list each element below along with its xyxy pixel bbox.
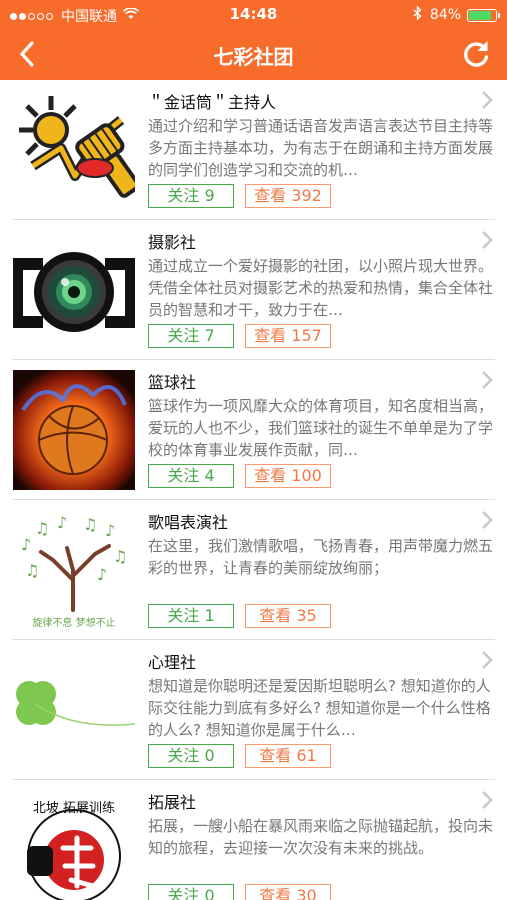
svg-text:♫: ♫: [83, 515, 97, 534]
svg-text:♫: ♫: [35, 519, 49, 538]
club-title: 歌唱表演社: [148, 513, 229, 532]
club-thumbnail: [13, 230, 135, 350]
club-title: 摄影社: [148, 233, 197, 252]
follow-button[interactable]: 关注 7: [148, 324, 234, 348]
club-description: 想知道是你聪明还是爱因斯坦聪明么? 想知道你的人际交往能力到底有多好么? 想知道…: [148, 677, 491, 739]
list-item[interactable]: ♪ ♫ ♪ ♫ ♪ ♫ ♫ ♪ 旋律不息 梦想不止 歌唱表演社 在这里，我们激情歌唱，飞扬…: [12, 500, 495, 640]
chevron-right-icon: [482, 371, 493, 389]
view-count-button[interactable]: 查看 30: [245, 884, 331, 900]
club-thumbnail: [13, 370, 135, 490]
chevron-right-icon: [482, 511, 493, 529]
music-tree-logo: ♪♫ ♪ ♫ ♪♫ ♫ ♪ 旋律不息 梦想不止: [13, 510, 135, 630]
follow-button[interactable]: 关注 9: [148, 184, 234, 208]
nav-bar: 七彩社团: [0, 28, 507, 80]
svg-text:♪: ♪: [105, 521, 115, 540]
chevron-right-icon: [482, 791, 493, 809]
club-thumbnail: [13, 90, 135, 210]
club-description: 通过介绍和学习普通话语音发声语言表达节目主持等多方面主持基本功，为有志于在朗诵和…: [148, 117, 493, 179]
list-item[interactable]: 摄影社 通过成立一个爱好摄影的社团，以小照片现大世界。凭借全体社员对摄影艺术的热…: [12, 220, 495, 360]
status-bar: 中国联通 14:48 84%: [0, 0, 507, 28]
thumbnail-caption: 北坡 拓展训练: [33, 801, 115, 816]
club-list: ＂金话筒＂主持人 通过介绍和学习普通话语音发声语言表达节目主持等多方面主持基本功…: [0, 80, 507, 900]
follow-button[interactable]: 关注 0: [148, 744, 234, 768]
page-title: 七彩社团: [213, 45, 294, 69]
thumbnail-caption: 旋律不息 梦想不止: [32, 616, 115, 629]
back-button[interactable]: [10, 36, 46, 72]
refresh-icon: [464, 41, 489, 67]
svg-text:♪: ♪: [21, 535, 31, 554]
club-description: 通过成立一个爱好摄影的社团，以小照片现大世界。凭借全体社员对摄影艺术的热爱和热情…: [148, 257, 493, 319]
list-item[interactable]: ＂金话筒＂主持人 通过介绍和学习普通话语音发声语言表达节目主持等多方面主持基本功…: [12, 80, 495, 220]
chevron-right-icon: [482, 91, 493, 109]
outward-bound-seal: 北坡 拓展训练: [13, 790, 135, 900]
club-title: 心理社: [148, 653, 197, 672]
view-count-button[interactable]: 查看 61: [245, 744, 331, 768]
chevron-right-icon: [482, 231, 493, 249]
list-item[interactable]: 北坡 拓展训练 拓展社 拓展，一艘小船在暴风雨来临之际抛锚起航，投向未知的旅程，…: [12, 780, 495, 900]
bluetooth-icon: [413, 5, 422, 24]
svg-text:♪: ♪: [97, 565, 107, 584]
club-thumbnail: [13, 650, 135, 770]
club-title: ＂金话筒＂主持人: [148, 93, 277, 112]
clover-logo: [13, 650, 135, 770]
camera-lens-logo: [13, 230, 135, 350]
view-count-button[interactable]: 查看 157: [245, 324, 331, 348]
svg-text:♫: ♫: [113, 547, 127, 566]
club-description: 在这里，我们激情歌唱，飞扬青春，用声带魔力燃五彩的世界，让青春的美丽绽放绚丽；: [148, 537, 493, 577]
follow-button[interactable]: 关注 4: [148, 464, 234, 488]
status-right: 84%: [413, 5, 500, 24]
club-title: 拓展社: [148, 793, 197, 812]
svg-text:♪: ♪: [57, 513, 67, 532]
club-thumbnail: 北坡 拓展训练: [13, 790, 135, 900]
microphone-logo: [13, 90, 135, 210]
battery-percent: 84%: [429, 7, 461, 23]
list-item[interactable]: 心理社 想知道是你聪明还是爱因斯坦聪明么? 想知道你的人际交往能力到底有多好么?…: [12, 640, 495, 780]
club-title: 篮球社: [148, 373, 197, 392]
view-count-button[interactable]: 查看 392: [245, 184, 331, 208]
club-description: 篮球作为一项风靡大众的体育项目，知名度相当高，爱玩的人也不少，我们篮球社的诞生不…: [148, 397, 493, 459]
follow-button[interactable]: 关注 1: [148, 604, 234, 628]
club-thumbnail: ♪ ♫ ♪ ♫ ♪ ♫ ♫ ♪ 旋律不息 梦想不止: [13, 510, 135, 630]
view-count-button[interactable]: 查看 35: [245, 604, 331, 628]
refresh-button[interactable]: [459, 37, 493, 71]
view-count-button[interactable]: 查看 100: [245, 464, 331, 488]
svg-text:♫: ♫: [25, 561, 39, 580]
list-item[interactable]: 篮球社 篮球作为一项风靡大众的体育项目，知名度相当高，爱玩的人也不少，我们篮球社…: [12, 360, 495, 500]
club-description: 拓展，一艘小船在暴风雨来临之际抛锚起航，投向未知的旅程，去迎接一次次没有未来的挑…: [148, 817, 493, 857]
battery-icon: [467, 8, 500, 22]
flaming-basketball-image: [13, 370, 135, 490]
chevron-right-icon: [482, 651, 493, 669]
chevron-left-icon: [20, 41, 34, 67]
follow-button[interactable]: 关注 0: [148, 884, 234, 900]
